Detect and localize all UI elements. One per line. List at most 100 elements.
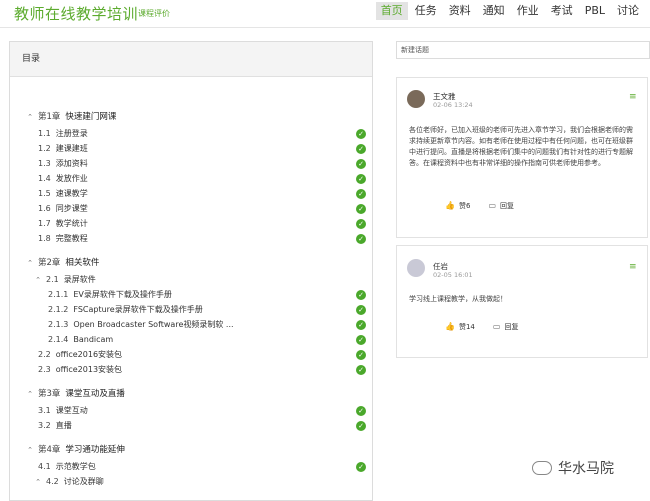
course-subtitle[interactable]: 课程评价 [138, 8, 170, 19]
post-time: 02-05 16:01 [433, 271, 473, 279]
toc-subsection[interactable]: 2.1.4 Bandicam ✓ [10, 333, 372, 347]
thumbs-up-icon: 👍 [445, 201, 455, 210]
toc-section[interactable]: 1.6 同步课堂 ✓ [10, 202, 372, 216]
toc-number: 2.1 [46, 275, 59, 284]
toc-section[interactable]: 1.2 建课建班 ✓ [10, 142, 372, 156]
completed-check-icon: ✓ [356, 129, 366, 139]
toc-title: 教学统计 [55, 219, 88, 228]
toc-title: 发放作业 [55, 174, 88, 183]
toc-number: 2.1.2 [48, 305, 69, 314]
toc-section[interactable]: 1.7 教学统计 ✓ [10, 217, 372, 231]
toc-number: 1.8 [38, 234, 51, 243]
completed-check-icon: ✓ [356, 350, 366, 360]
toc-title: 完整教程 [55, 234, 88, 243]
completed-check-icon: ✓ [356, 159, 366, 169]
toc-section[interactable]: 1.4 发放作业 ✓ [10, 172, 372, 186]
collapse-chevron-icon[interactable]: ⌃ [26, 110, 34, 124]
toc-title: 同步课堂 [55, 204, 88, 213]
completed-check-icon: ✓ [356, 219, 366, 229]
toc-chapter[interactable]: ⌃ 第4章 学习通功能延伸 [10, 443, 372, 457]
toc-title: office2013安装包 [55, 365, 123, 374]
post-card: 王文雅 02-06 13:24 ≡ 各位老师好，已加入班级的老师可先进入章节学习… [396, 77, 648, 238]
avatar[interactable] [407, 259, 425, 277]
reply-button[interactable]: ▭ 回复 [493, 322, 519, 332]
toc-section[interactable]: 1.5 速课教学 ✓ [10, 187, 372, 201]
toc-subsection[interactable]: 2.1.1 EV录屏软件下载及操作手册 ✓ [10, 288, 372, 302]
nav-tab[interactable]: 首页 [375, 2, 408, 20]
toc-number: 2.1.1 [48, 290, 69, 299]
header-divider [0, 27, 650, 28]
collapse-chevron-icon[interactable]: ⌃ [34, 475, 42, 489]
toc-panel: 目录 ⌃ 第1章 快速建门网课 1.1 注册登录 ✓ 1.2 建课建班 ✓ 1.3 添加资料 ✓ 1.4… [9, 41, 373, 501]
avatar[interactable] [407, 90, 425, 108]
collapse-chevron-icon[interactable]: ⌃ [26, 443, 34, 457]
toc-subsection[interactable]: 2.1.2 FSCapture录屏软件下载及操作手册 ✓ [10, 303, 372, 317]
toc-section[interactable]: 1.1 注册登录 ✓ [10, 127, 372, 141]
like-button[interactable]: 👍 赞14 [445, 322, 475, 332]
post-actions: 👍 赞14 ▭ 回复 [445, 322, 518, 332]
toc-chapter[interactable]: ⌃ 第3章 课堂互动及直播 [10, 387, 372, 401]
toc-number: 2.1.3 [48, 320, 69, 329]
toc-chapter[interactable]: ⌃ 第1章 快速建门网课 [10, 110, 372, 124]
toc-title: 直播 [55, 421, 72, 430]
toc-title: 添加资料 [55, 159, 88, 168]
toc-chapter[interactable]: ⌃ 第2章 相关软件 [10, 256, 372, 270]
menu-icon[interactable]: ≡ [629, 263, 637, 272]
nav-tab[interactable]: 作业 [512, 2, 544, 20]
nav-tab[interactable]: 通知 [478, 2, 510, 20]
toc-title: 快速建门网课 [65, 112, 117, 122]
collapse-chevron-icon[interactable]: ⌃ [34, 273, 42, 287]
completed-check-icon: ✓ [356, 406, 366, 416]
toc-section[interactable]: 3.1 课堂互动 ✓ [10, 404, 372, 418]
completed-check-icon: ✓ [356, 320, 366, 330]
toc-title: 讨论及群聊 [63, 477, 104, 486]
toc-section[interactable]: ⌃ 2.1 录屏软件 [10, 273, 372, 287]
collapse-chevron-icon[interactable]: ⌃ [26, 256, 34, 270]
toc-section[interactable]: 2.2 office2016安装包 ✓ [10, 348, 372, 362]
collapse-chevron-icon[interactable]: ⌃ [26, 387, 34, 401]
toc-number: 4.2 [46, 477, 59, 486]
nav-tab[interactable]: 考试 [546, 2, 578, 20]
toc-number: 1.6 [38, 204, 51, 213]
toc-section[interactable]: 4.1 示范教学包 ✓ [10, 460, 372, 474]
course-title[interactable]: 教师在线教学培训 [14, 3, 138, 24]
reply-button[interactable]: ▭ 回复 [488, 201, 514, 211]
completed-check-icon: ✓ [356, 144, 366, 154]
post-actions: 👍 赞6 ▭ 回复 [445, 201, 514, 211]
toc-number: 2.1.4 [48, 335, 69, 344]
post-time: 02-06 13:24 [433, 101, 473, 109]
completed-check-icon: ✓ [356, 421, 366, 431]
toc-subsection[interactable]: 2.1.3 Open Broadcaster Software视频录制软 ... ✓ [10, 318, 372, 332]
toc-section[interactable]: 2.3 office2013安装包 ✓ [10, 363, 372, 377]
toc-title: Open Broadcaster Software视频录制软 ... [73, 320, 234, 329]
new-topic-input[interactable]: 新建话题 [396, 41, 650, 59]
completed-check-icon: ✓ [356, 365, 366, 375]
nav-tab[interactable]: 讨论 [612, 2, 644, 20]
toc-section[interactable]: ⌃ 4.2 讨论及群聊 [10, 475, 372, 489]
completed-check-icon: ✓ [356, 290, 366, 300]
toc-number: 1.7 [38, 219, 51, 228]
nav-tab[interactable]: PBL [580, 2, 610, 20]
menu-icon[interactable]: ≡ [629, 93, 637, 102]
nav-tab[interactable]: 任务 [410, 2, 442, 20]
toc-number: 3.1 [38, 406, 51, 415]
toc-title: 学习通功能延伸 [65, 445, 125, 455]
toc-section[interactable]: 1.3 添加资料 ✓ [10, 157, 372, 171]
toc-title: 相关软件 [65, 258, 100, 268]
nav-tab[interactable]: 资料 [444, 2, 476, 20]
toc-number: 1.3 [38, 159, 51, 168]
toc-section[interactable]: 1.8 完整教程 ✓ [10, 232, 372, 246]
completed-check-icon: ✓ [356, 234, 366, 244]
comment-icon: ▭ [488, 201, 496, 210]
toc-number: 3.2 [38, 421, 51, 430]
toc-title: EV录屏软件下载及操作手册 [73, 290, 172, 299]
toc-number: 1.5 [38, 189, 51, 198]
like-button[interactable]: 👍 赞6 [445, 201, 470, 211]
toc-number: 2.2 [38, 350, 51, 359]
completed-check-icon: ✓ [356, 335, 366, 345]
toc-section[interactable]: 3.2 直播 ✓ [10, 419, 372, 433]
post-body: 学习线上课程教学，从我做起！ [409, 295, 507, 303]
toc-number: 第2章 [38, 258, 61, 268]
completed-check-icon: ✓ [356, 462, 366, 472]
completed-check-icon: ✓ [356, 174, 366, 184]
